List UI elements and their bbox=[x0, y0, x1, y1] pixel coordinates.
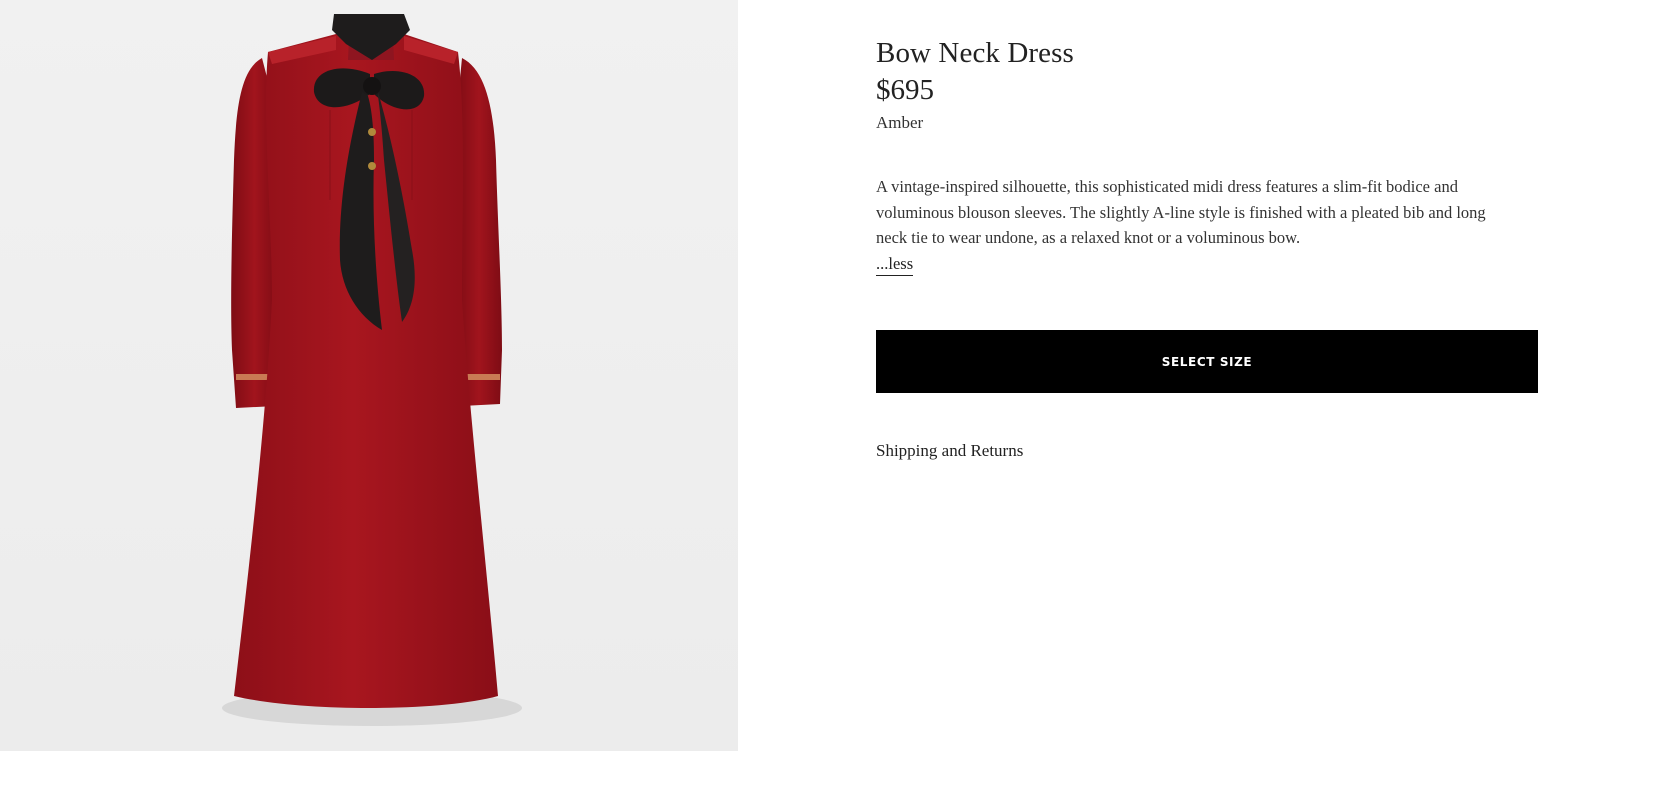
select-size-button[interactable]: SELECT SIZE bbox=[876, 330, 1538, 393]
shipping-and-returns-link[interactable]: Shipping and Returns bbox=[876, 440, 1023, 462]
product-info-panel: Bow Neck Dress $695 Amber A vintage-insp… bbox=[876, 36, 1538, 460]
product-color-name: Amber bbox=[876, 113, 924, 132]
product-image bbox=[222, 14, 522, 726]
product-description: A vintage-inspired silhouette, this soph… bbox=[876, 174, 1516, 276]
product-description-text: A vintage-inspired silhouette, this soph… bbox=[876, 177, 1486, 247]
product-title: Bow Neck Dress bbox=[876, 37, 1074, 69]
product-image-panel bbox=[0, 0, 738, 751]
product-price: $695 bbox=[876, 74, 934, 106]
show-less-link[interactable]: ...less bbox=[876, 253, 914, 276]
